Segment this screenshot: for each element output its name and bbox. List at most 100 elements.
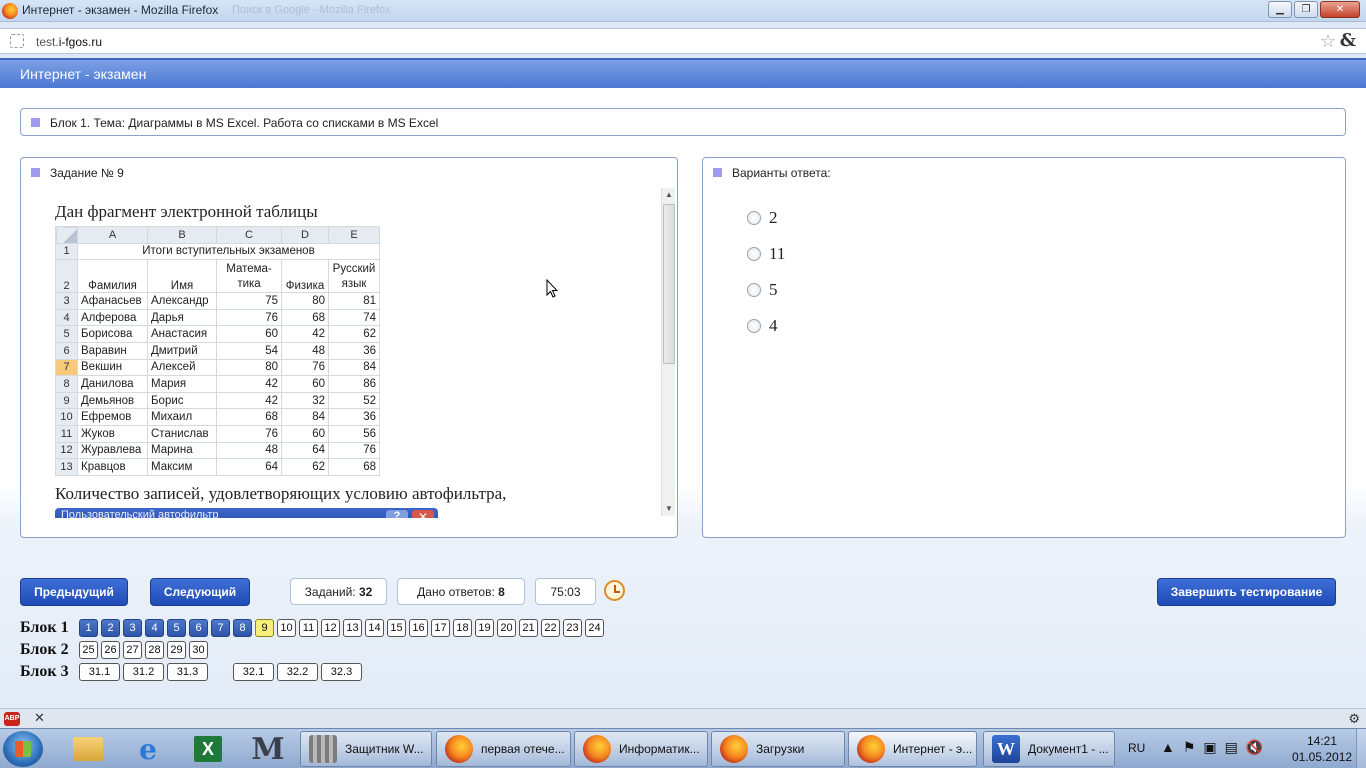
nav-task-19[interactable]: 19 (475, 619, 494, 637)
addon-bar: ABP ✕ ⚙ (0, 708, 1366, 728)
nav-task-32.3[interactable]: 32.3 (321, 663, 362, 681)
nav-task-31.2[interactable]: 31.2 (123, 663, 164, 681)
answer-option[interactable]: 2 (747, 200, 785, 236)
nav-task-32.2[interactable]: 32.2 (277, 663, 318, 681)
nav-task-20[interactable]: 20 (497, 619, 516, 637)
answer-option[interactable]: 11 (747, 236, 785, 272)
answer-options: 2 11 5 4 (747, 200, 785, 344)
sheet-cell: 64 (216, 458, 282, 476)
taskbar-item[interactable]: Загрузки (711, 731, 845, 767)
nav-task-31.1[interactable]: 31.1 (79, 663, 120, 681)
url-field[interactable]: test.i-fgos.ru (36, 35, 102, 49)
answer-value: 4 (769, 316, 778, 335)
nav-task-7[interactable]: 7 (211, 619, 230, 637)
addon-ampersand-icon[interactable]: & (1340, 30, 1356, 51)
explorer-pin[interactable] (64, 733, 112, 765)
scroll-up-icon[interactable]: ▲ (662, 188, 676, 202)
sheet-cell: Данилова (77, 375, 148, 393)
clock[interactable]: 14:21 01.05.2012 (1292, 733, 1352, 765)
window-controls: ▁ ❐ ✕ (1268, 1, 1360, 18)
close-button[interactable]: ✕ (1320, 1, 1360, 18)
radio-button[interactable] (747, 247, 761, 261)
address-bar[interactable]: test.i-fgos.ru ☆ & (0, 28, 1366, 54)
ie-pin[interactable]: e (124, 733, 172, 766)
close-icon: ✕ (412, 509, 434, 518)
minimize-button[interactable]: ▁ (1268, 1, 1292, 18)
nav-task-3[interactable]: 3 (123, 619, 142, 637)
nav-task-9[interactable]: 9 (255, 619, 274, 637)
task-panel-header: Задание № 9 (31, 166, 124, 180)
scroll-thumb[interactable] (663, 204, 675, 364)
answers-title: Варианты ответа: (732, 166, 831, 180)
sheet-cell: 80 (216, 358, 282, 377)
nav-task-16[interactable]: 16 (409, 619, 428, 637)
taskbar-item-active[interactable]: Интернет - э... (848, 731, 977, 767)
finish-test-button[interactable]: Завершить тестирование (1157, 578, 1336, 606)
taskbar-item-label: Загрузки (756, 742, 805, 756)
sheet-cell: 48 (281, 341, 329, 360)
start-button[interactable] (3, 731, 43, 767)
nav-task-23[interactable]: 23 (563, 619, 582, 637)
excel-icon: X (194, 736, 222, 762)
task-scrollbar[interactable]: ▲ ▼ (661, 188, 675, 516)
nav-task-8[interactable]: 8 (233, 619, 252, 637)
nav-task-30[interactable]: 30 (189, 641, 208, 659)
answer-value: 2 (769, 208, 778, 227)
nav-task-1[interactable]: 1 (79, 619, 98, 637)
nav-task-2[interactable]: 2 (101, 619, 120, 637)
next-button[interactable]: Следующий (150, 578, 250, 606)
firefox-icon (720, 735, 748, 763)
nav-task-5[interactable]: 5 (167, 619, 186, 637)
site-identity-icon[interactable] (10, 34, 24, 48)
scroll-down-icon[interactable]: ▼ (662, 502, 676, 516)
taskbar-item[interactable]: первая отече... (436, 731, 571, 767)
close-icon[interactable]: ✕ (34, 710, 45, 726)
sheet-cell: Анастасия (147, 325, 217, 343)
nav-task-22[interactable]: 22 (541, 619, 560, 637)
task-content[interactable]: Дан фрагмент электронной таблицы A B C D… (55, 188, 663, 518)
taskbar-item[interactable]: W Документ1 - ... (983, 731, 1115, 767)
firefox-icon[interactable] (2, 3, 18, 19)
tasks-label: Заданий: (304, 584, 356, 599)
nav-task-21[interactable]: 21 (519, 619, 538, 637)
sheet-cell: 76 (216, 308, 282, 327)
show-desktop-button[interactable] (1356, 729, 1366, 768)
nav-task-6[interactable]: 6 (189, 619, 208, 637)
nav-task-17[interactable]: 17 (431, 619, 450, 637)
nav-task-24[interactable]: 24 (585, 619, 604, 637)
gear-icon[interactable]: ⚙ (1348, 711, 1360, 727)
nav-task-13[interactable]: 13 (343, 619, 362, 637)
tray-icons[interactable]: ▲⚑▣▤🔇 (1161, 739, 1271, 756)
nav-task-18[interactable]: 18 (453, 619, 472, 637)
language-indicator[interactable]: RU (1128, 741, 1145, 755)
tasks-count: 32 (358, 584, 373, 599)
nav-task-14[interactable]: 14 (365, 619, 384, 637)
sheet-cell: 81 (328, 292, 380, 310)
radio-button[interactable] (747, 319, 761, 333)
nav-task-27[interactable]: 27 (123, 641, 142, 659)
nav-task-28[interactable]: 28 (145, 641, 164, 659)
nav-task-10[interactable]: 10 (277, 619, 296, 637)
taskbar-item[interactable]: Информатик... (574, 731, 708, 767)
maximize-button[interactable]: ❐ (1294, 1, 1318, 18)
nav-task-29[interactable]: 29 (167, 641, 186, 659)
nav-task-15[interactable]: 15 (387, 619, 406, 637)
m-app-pin[interactable]: M (244, 732, 292, 767)
bookmark-star-icon[interactable]: ☆ (1320, 31, 1336, 52)
nav-task-12[interactable]: 12 (321, 619, 340, 637)
excel-pin[interactable]: X (184, 733, 232, 765)
nav-task-11[interactable]: 11 (299, 619, 318, 637)
answer-option[interactable]: 5 (747, 272, 785, 308)
radio-button[interactable] (747, 211, 761, 225)
prev-button[interactable]: Предыдущий (20, 578, 128, 606)
adblock-icon[interactable]: ABP (4, 712, 20, 726)
taskbar-item[interactable]: Защитник W... (300, 731, 432, 767)
radio-button[interactable] (747, 283, 761, 297)
nav-task-25[interactable]: 25 (79, 641, 98, 659)
nav-task-26[interactable]: 26 (101, 641, 120, 659)
firefox-icon (445, 735, 473, 763)
nav-task-31.3[interactable]: 31.3 (167, 663, 208, 681)
answer-option[interactable]: 4 (747, 308, 785, 344)
nav-task-32.1[interactable]: 32.1 (233, 663, 274, 681)
nav-task-4[interactable]: 4 (145, 619, 164, 637)
